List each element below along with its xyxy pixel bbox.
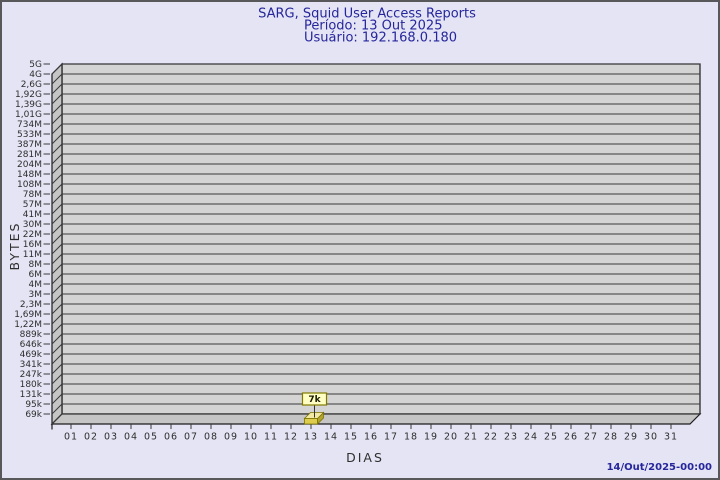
- y-tick-label: 180k: [20, 380, 43, 390]
- y-tick-label: 11M: [23, 250, 42, 260]
- x-tick-label: 23: [504, 432, 518, 443]
- x-tick-label: 20: [444, 432, 458, 443]
- y-tick-label: 341k: [20, 360, 43, 370]
- x-tick-label: 05: [144, 432, 158, 443]
- y-tick-label: 78M: [23, 190, 42, 200]
- x-tick-label: 03: [104, 432, 118, 443]
- x-tick-label: 10: [244, 432, 258, 443]
- y-tick-label: 30M: [23, 220, 42, 230]
- x-tick-label: 12: [284, 432, 298, 443]
- y-tick-label: 1,69M: [14, 310, 42, 320]
- sarg-report-image: 5G 4G 2,6G 1,92G 1,39G 1,01G 734M 533M 387M 281M 2…: [0, 0, 720, 480]
- y-tick-label: 2,3M: [20, 300, 42, 310]
- x-tick-label: 24: [524, 432, 538, 443]
- y-tick-label: 469k: [20, 350, 43, 360]
- y-tick-label: 6M: [29, 270, 43, 280]
- plot-left-wall: [51, 62, 63, 426]
- x-tick-label: 21: [464, 432, 478, 443]
- x-tick-label: 30: [644, 432, 658, 443]
- y-tick-label: 387M: [17, 140, 42, 150]
- x-tick-label: 02: [84, 432, 98, 443]
- x-tick-label: 31: [664, 432, 678, 443]
- x-tick-label: 06: [164, 432, 178, 443]
- y-tick-label: 247k: [20, 370, 43, 380]
- y-tick-label: 22M: [23, 230, 42, 240]
- y-tick-label: 41M: [23, 210, 42, 220]
- y-tick-label: 4G: [29, 70, 42, 80]
- y-tick-label: 204M: [17, 160, 42, 170]
- y-tick-label: 5G: [29, 60, 42, 70]
- y-tick-label: 1,92G: [15, 90, 42, 100]
- y-tick-label: 131k: [20, 390, 43, 400]
- y-tick-label: 3M: [29, 290, 43, 300]
- x-tick-label: 14: [324, 432, 338, 443]
- x-tick-label: 19: [424, 432, 438, 443]
- x-tick-label: 27: [584, 432, 598, 443]
- y-tick-label: 69k: [25, 410, 42, 420]
- y-tick-label: 8M: [29, 260, 43, 270]
- x-tick-label: 25: [544, 432, 558, 443]
- access-report-chart: 5G4G2,6G1,92G1,39G1,01G734M533M387M281M2…: [7, 7, 712, 474]
- bar-front-face: [304, 418, 318, 425]
- x-tick-label: 28: [604, 432, 618, 443]
- x-tick-label: 08: [204, 432, 218, 443]
- x-tick-label: 29: [624, 432, 638, 443]
- x-tick-label: 09: [224, 432, 238, 443]
- x-tick-label: 11: [264, 432, 278, 443]
- x-tick-label: 26: [564, 432, 578, 443]
- y-tick-label: 646k: [20, 340, 43, 350]
- plot-floor: [50, 413, 702, 425]
- y-tick-label: 148M: [17, 170, 42, 180]
- plot-back-wall: [61, 63, 701, 415]
- bar-value-label: 7k: [308, 395, 321, 405]
- y-axis-title: BYTES: [7, 222, 22, 271]
- x-tick-label: 07: [184, 432, 198, 443]
- x-tick-label: 17: [384, 432, 398, 443]
- y-tick-label: 4M: [29, 280, 43, 290]
- y-tick-label: 889k: [20, 330, 43, 340]
- y-tick-label: 734M: [17, 120, 42, 130]
- y-tick-label: 281M: [17, 150, 42, 160]
- y-tick-label: 1,01G: [15, 110, 42, 120]
- x-tick-label: 13: [304, 432, 318, 443]
- y-tick-label: 108M: [17, 180, 42, 190]
- y-tick-label: 57M: [23, 200, 42, 210]
- y-tick-label: 16M: [23, 240, 42, 250]
- x-tick-label: 22: [484, 432, 498, 443]
- chart-plot-area: 5G4G2,6G1,92G1,39G1,01G734M533M387M281M2…: [14, 60, 702, 443]
- y-tick-label: 1,39G: [15, 100, 42, 110]
- x-tick-label: 16: [364, 432, 378, 443]
- chart-subtitle-user: Usuário: 192.168.0.180: [304, 31, 457, 46]
- x-tick-label: 18: [404, 432, 418, 443]
- y-tick-label: 533M: [17, 130, 42, 140]
- y-tick-label: 1,22M: [14, 320, 42, 330]
- y-tick-label: 95k: [25, 400, 42, 410]
- y-tick-label: 2,6G: [21, 80, 42, 90]
- x-tick-label: 01: [64, 432, 78, 443]
- x-axis-title: DIAS: [346, 450, 384, 465]
- x-tick-label: 15: [344, 432, 358, 443]
- x-tick-label: 04: [124, 432, 138, 443]
- generation-timestamp: 14/Out/2025-00:00: [607, 462, 712, 473]
